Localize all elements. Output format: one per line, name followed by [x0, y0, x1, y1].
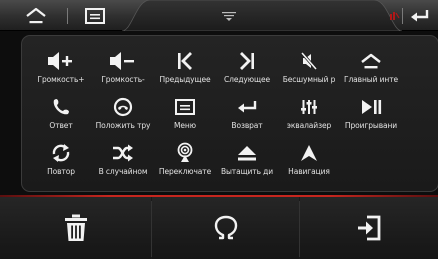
source-switch-icon [177, 142, 193, 162]
volume-up-item[interactable]: Громкость+ [30, 50, 92, 88]
home-button[interactable] [22, 0, 50, 31]
source-switch-item[interactable]: Переключате [154, 142, 216, 180]
item-label: Переключате [158, 167, 212, 176]
item-label: Бесшумный р [282, 75, 336, 84]
item-label: эквалайзер [286, 121, 332, 130]
answer-call-icon [53, 99, 69, 115]
menu-item[interactable]: Меню [154, 96, 216, 134]
drawer-tab [122, 0, 402, 31]
item-label: Ответ [49, 121, 73, 130]
shuffle-item[interactable]: В случайном [92, 142, 154, 180]
eject-icon [238, 146, 256, 161]
trash-icon [64, 214, 87, 241]
back-button[interactable] [407, 0, 433, 31]
item-label: Повтор [47, 167, 75, 176]
omega-icon [214, 215, 237, 240]
repeat-item[interactable]: Повтор [30, 142, 92, 180]
previous-icon [178, 52, 192, 70]
item-label: Следующее [224, 75, 270, 84]
menu-button[interactable] [80, 0, 110, 31]
drawer-handle[interactable] [218, 0, 240, 31]
next-icon [240, 52, 254, 70]
repeat-icon [52, 144, 70, 162]
navigation-icon [301, 145, 317, 161]
status-indicator-icon [390, 12, 400, 20]
play-pause-item[interactable]: Проигрывани [340, 96, 402, 134]
return-icon [238, 101, 257, 113]
home-icon [361, 53, 381, 69]
shuffle-icon [113, 144, 133, 162]
import-icon [358, 215, 381, 241]
divider [67, 8, 68, 24]
back-arrow-icon [411, 9, 429, 21]
item-label: Навигация [288, 167, 330, 176]
mute-item[interactable]: Бесшумный р [278, 50, 340, 88]
omega-button[interactable] [152, 197, 299, 259]
item-label: Громкость+ [37, 75, 85, 84]
item-label: Вытащить ди [220, 167, 274, 176]
play-pause-icon [362, 100, 382, 114]
return-item[interactable]: Возврат [216, 96, 278, 134]
item-label: Меню [174, 121, 196, 130]
item-label: В случайном [98, 167, 148, 176]
hang-up-icon [113, 97, 133, 117]
delete-button[interactable] [0, 197, 151, 259]
item-label: Положить тру [95, 121, 151, 130]
item-label: Громкость- [101, 75, 145, 84]
item-label: Проигрывани [344, 121, 398, 130]
mute-icon [300, 52, 318, 70]
bottom-bar [0, 195, 438, 259]
steering-wheel-control-panel: Громкость+ Громкость- Предыдущее Следующ… [21, 35, 438, 192]
top-bar [0, 0, 438, 31]
navigation-item[interactable]: Навигация [278, 142, 340, 180]
previous-item[interactable]: Предыдущее [154, 50, 216, 88]
eject-item[interactable]: Вытащить ди [216, 142, 278, 180]
menu-icon [175, 99, 195, 115]
next-item[interactable]: Следующее [216, 50, 278, 88]
item-label: Главный инте [343, 75, 399, 84]
hang-up-item[interactable]: Положить тру [92, 96, 154, 134]
volume-up-icon [48, 52, 72, 70]
home-item[interactable]: Главный инте [340, 50, 402, 88]
volume-down-icon [110, 52, 134, 70]
item-label: Предыдущее [159, 75, 211, 84]
equalizer-item[interactable]: эквалайзер [278, 96, 340, 134]
home-icon [26, 7, 46, 23]
drawer-handle-icon [222, 11, 236, 21]
volume-down-item[interactable]: Громкость- [92, 50, 154, 88]
menu-icon [85, 7, 105, 24]
item-label: Возврат [231, 121, 263, 130]
answer-item[interactable]: Ответ [30, 96, 92, 134]
import-button[interactable] [300, 197, 438, 259]
equalizer-icon [301, 100, 317, 114]
divider [402, 8, 403, 24]
